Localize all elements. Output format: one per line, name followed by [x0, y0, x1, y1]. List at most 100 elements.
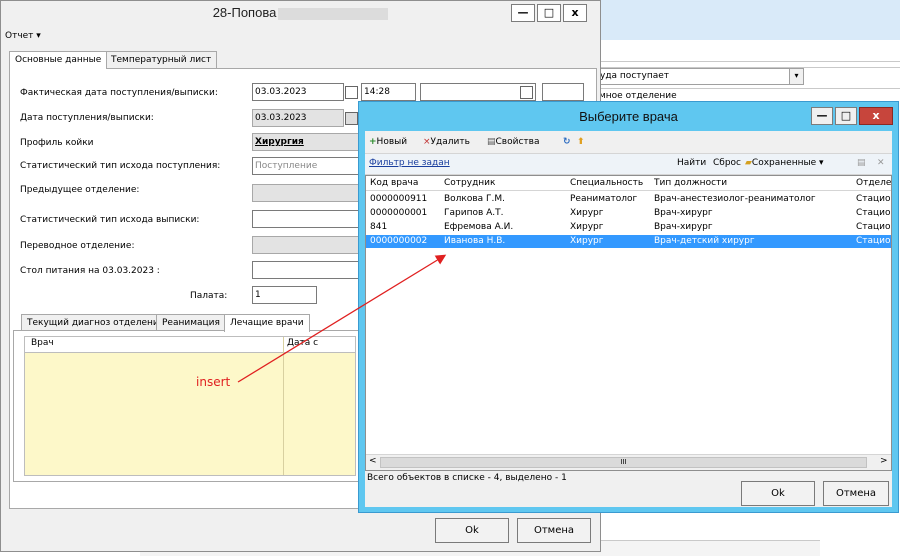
row-employee: Иванова Н.В. [444, 236, 506, 246]
table-row[interactable]: 0000000001 Гарипов А.Т. Хирург Врач-хиру… [366, 207, 891, 220]
save-filter-icon[interactable]: ▤ [857, 158, 866, 168]
list-status: Всего объектов в списке - 4, выделено - … [367, 473, 567, 483]
horizontal-scrollbar[interactable]: < III > [366, 454, 891, 470]
admit-date-label: Дата поступления/выписки: [20, 113, 154, 123]
stat-type-out-input[interactable] [252, 210, 360, 228]
dialog-cancel-button[interactable]: Отмена [823, 481, 889, 506]
delete-button[interactable]: ×Удалить [423, 135, 470, 149]
stat-type-in-label: Статистический тип исхода поступления: [20, 161, 221, 171]
new-icon: + [369, 137, 377, 147]
row-employee: Ефремова А.И. [444, 222, 514, 232]
fact-date-checkbox[interactable] [345, 86, 358, 99]
background-source-combo[interactable]: уда поступает ▾ [596, 68, 804, 85]
dialog-ok-button[interactable]: Ok [741, 481, 815, 506]
minimize-button[interactable]: — [511, 4, 535, 22]
row-department: Стацио [856, 194, 891, 204]
scroll-thumb[interactable]: III [380, 457, 867, 468]
folder-icon: ▰ [745, 158, 752, 168]
column-specialty[interactable]: Специальность [570, 176, 643, 191]
report-menu[interactable]: Отчет ▾ [5, 29, 41, 43]
diet-label: Стол питания на 03.03.2023 : [20, 266, 160, 276]
row-employee: Гарипов А.Т. [444, 208, 504, 218]
column-employee[interactable]: Сотрудник [444, 176, 495, 191]
bed-profile-input[interactable]: Хирургия [252, 133, 360, 151]
dialog-minimize-button[interactable]: — [811, 107, 833, 125]
fact-date-label: Фактическая дата поступления/выписки: [20, 88, 218, 98]
attending-doctors-grid[interactable]: Врач Дата с [24, 336, 356, 476]
new-button[interactable]: +Новый [369, 135, 407, 149]
table-row[interactable]: 841 Ефремова А.И. Хирург Врач-хирург Ста… [366, 221, 891, 234]
tab-reanimation[interactable]: Реанимация [156, 314, 226, 331]
ward-input[interactable]: 1 [252, 286, 317, 304]
scroll-right-button[interactable]: > [880, 456, 888, 466]
tab-main-data[interactable]: Основные данные [9, 51, 108, 69]
row-specialty: Реаниматолог [570, 194, 638, 204]
main-cancel-button[interactable]: Отмена [517, 518, 591, 543]
maximize-button[interactable]: □ [537, 4, 561, 22]
transfer-dept-label: Переводное отделение: [20, 241, 135, 251]
select-doctor-dialog: Выберите врача — □ x +Новый ×Удалить ▤Св… [358, 101, 899, 513]
tab-temperature-sheet[interactable]: Температурный лист [105, 51, 218, 68]
chevron-down-icon[interactable]: ▾ [789, 69, 803, 84]
delete-icon: × [423, 137, 431, 147]
selected-table-row[interactable]: 0000000002 Иванова Н.В. Хирург Врач-детс… [366, 235, 891, 248]
admit-date-checkbox[interactable] [345, 112, 358, 125]
extra-time-input[interactable] [542, 83, 584, 101]
dialog-maximize-button[interactable]: □ [835, 107, 857, 125]
extra-date-checkbox[interactable] [520, 86, 533, 99]
bed-profile-label: Профиль койки [20, 138, 94, 148]
grid-header: Врач Дата с [25, 337, 355, 475]
find-button[interactable]: Найти [677, 158, 706, 168]
dialog-body: +Новый ×Удалить ▤Свойства ↻ ⬆ Фильтр не … [365, 131, 892, 507]
upload-icon[interactable]: ⬆ [577, 135, 585, 149]
row-specialty: Хирург [570, 222, 604, 232]
prev-dept-label: Предыдущее отделение: [20, 185, 140, 195]
tab-attending-doctors[interactable]: Лечащие врачи [224, 314, 310, 332]
reset-button[interactable]: Сброс [713, 158, 741, 168]
scroll-left-button[interactable]: < [369, 456, 377, 466]
dialog-close-button[interactable]: x [859, 107, 893, 125]
main-ok-button[interactable]: Ok [435, 518, 509, 543]
row-department: Стацио [856, 208, 891, 218]
diet-input[interactable] [252, 261, 360, 279]
fact-time-input[interactable]: 14:28 [361, 83, 416, 101]
row-position-type: Врач-хирург [654, 208, 713, 218]
patient-window-title: 28-Попова [212, 5, 277, 20]
doctor-list[interactable]: Код врача Сотрудник Специальность Тип до… [365, 175, 892, 471]
ward-label: Палата: [190, 291, 228, 301]
redacted-name [278, 7, 389, 20]
filter-link[interactable]: Фильтр не задан [369, 158, 450, 168]
fact-date-input[interactable]: 03.03.2023 [252, 83, 344, 101]
properties-button[interactable]: ▤Свойства [487, 135, 539, 149]
row-doctor-code: 0000000001 [370, 208, 428, 218]
admit-date-input[interactable]: 03.03.2023 [252, 109, 344, 127]
grid-column-date-from[interactable]: Дата с [287, 338, 318, 348]
row-employee: Волкова Г.М. [444, 194, 506, 204]
list-header: Код врача Сотрудник Специальность Тип до… [366, 176, 891, 191]
close-button[interactable]: x [563, 4, 587, 22]
saved-filters-dropdown[interactable]: ▰Сохраненные ▾ [745, 158, 823, 168]
column-doctor-code[interactable]: Код врача [370, 176, 418, 191]
grid-column-doctor[interactable]: Врач [31, 338, 54, 348]
column-department[interactable]: Отделе [856, 176, 891, 191]
row-doctor-code: 0000000002 [370, 236, 428, 246]
table-row[interactable]: 0000000911 Волкова Г.М. Реаниматолог Вра… [366, 193, 891, 206]
properties-icon: ▤ [487, 137, 496, 147]
row-doctor-code: 0000000911 [370, 194, 428, 204]
extra-date-input[interactable] [420, 83, 536, 101]
row-position-type: Врач-детский хирург [654, 236, 755, 246]
dialog-toolbar: +Новый ×Удалить ▤Свойства ↻ ⬆ [365, 131, 892, 153]
stat-type-out-label: Статистический тип исхода выписки: [20, 215, 200, 225]
background-toolbar-strip [600, 40, 900, 62]
tab-current-diagnosis[interactable]: Текущий диагноз отделения [21, 314, 171, 331]
refresh-icon[interactable]: ↻ [563, 135, 571, 149]
column-position-type[interactable]: Тип должности [654, 176, 727, 191]
row-position-type: Врач-хирург [654, 222, 713, 232]
attending-doctors-panel: Врач Дата с [13, 330, 365, 482]
transfer-dept-input[interactable] [252, 236, 360, 254]
stat-type-in-input[interactable]: Поступление [252, 157, 360, 175]
prev-dept-input[interactable] [252, 184, 360, 202]
filter-bar: Фильтр не задан Найти Сброс ▰Сохраненные… [365, 153, 892, 175]
background-combo-value: уда поступает [600, 71, 670, 81]
clear-filter-button[interactable]: ✕ [877, 158, 885, 168]
